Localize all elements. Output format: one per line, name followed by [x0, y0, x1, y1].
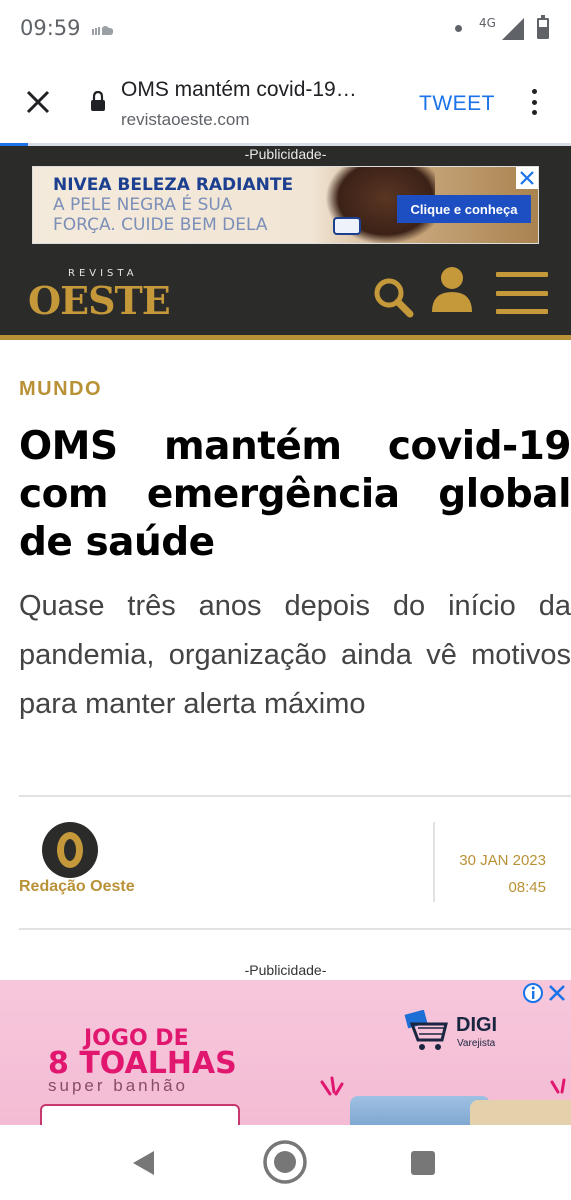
ad-brand-sub: Varejista	[457, 1038, 496, 1049]
divider	[19, 795, 571, 797]
lock-icon[interactable]	[90, 91, 106, 111]
publicidade-label: -Publicidade-	[244, 962, 327, 978]
article-headline: OMS mantém covid-19 com emergência globa…	[19, 424, 571, 565]
top-ad-text: NIVEA BELEZA RADIANTE A PELE NEGRA É SUA…	[53, 175, 293, 235]
logo-text: OESTE	[28, 278, 171, 323]
top-ad-line: FORÇA. CUIDE BEM DELA	[53, 215, 268, 235]
recents-icon[interactable]	[410, 1150, 436, 1176]
top-ad-banner[interactable]: NIVEA BELEZA RADIANTE A PELE NEGRA É SUA…	[32, 166, 539, 244]
close-icon	[520, 171, 534, 185]
hamburger-menu-button[interactable]	[496, 272, 548, 314]
cart-icon	[404, 1010, 448, 1050]
status-bar: 09:59 4G	[0, 0, 571, 58]
site-header: -Publicidade- NIVEA BELEZA RADIANTE A PE…	[0, 146, 571, 340]
search-icon[interactable]	[372, 276, 414, 318]
hamburger-icon-bar	[496, 309, 548, 314]
meta-divider	[433, 822, 435, 902]
ad-towels-image	[350, 1096, 490, 1125]
notification-dot	[455, 25, 462, 32]
ad-towels-image	[470, 1100, 571, 1125]
publish-time: 08:45	[508, 879, 546, 896]
close-icon	[26, 90, 50, 114]
system-nav-bar	[0, 1125, 571, 1200]
sparkle-icon	[550, 1078, 566, 1094]
author-name[interactable]: Redação Oeste	[19, 878, 135, 896]
battery-icon	[537, 15, 549, 39]
status-time: 09:59	[20, 16, 81, 40]
network-type: 4G	[479, 16, 496, 30]
article-subtitle: Quase três anos depois do início da pand…	[19, 590, 571, 720]
ad-title-line: super banhão	[48, 1076, 188, 1095]
tab-title[interactable]: OMS mantém covid-19…	[121, 78, 406, 102]
more-vert-icon-dot	[531, 110, 537, 115]
cloud-icon	[92, 26, 114, 35]
tab-url[interactable]: revistaoeste.com	[121, 110, 250, 130]
publish-date: 30 JAN 2023	[459, 852, 546, 869]
publicidade-label: -Publicidade-	[244, 146, 327, 162]
ad-product-card	[40, 1104, 240, 1125]
custom-tab-toolbar: OMS mantém covid-19… revistaoeste.com TW…	[0, 58, 571, 146]
article-category[interactable]: MUNDO	[19, 378, 102, 401]
top-ad-line: A PELE NEGRA É SUA	[53, 195, 233, 215]
home-icon[interactable]	[262, 1139, 308, 1185]
close-icon[interactable]	[548, 984, 566, 1002]
author-avatar-logo	[57, 832, 83, 868]
hamburger-icon	[496, 272, 548, 277]
divider	[19, 928, 571, 930]
author-avatar[interactable]	[42, 822, 98, 878]
signal-icon	[502, 18, 524, 40]
bottom-ad-banner[interactable]: JOGO DE 8 TOALHAS super banhão DIGI Vare…	[0, 980, 571, 1125]
hamburger-icon-bar	[496, 290, 548, 296]
close-tab-button[interactable]	[20, 84, 56, 120]
more-options-button[interactable]	[526, 86, 542, 118]
tweet-button[interactable]: TWEET	[419, 92, 495, 116]
ad-brand: DIGI	[456, 1014, 498, 1036]
info-icon[interactable]	[522, 982, 544, 1004]
top-ad-line: NIVEA BELEZA RADIANTE	[53, 175, 294, 195]
more-vert-icon	[531, 89, 537, 94]
ad-close-button[interactable]	[516, 167, 538, 189]
more-vert-icon-dot	[531, 99, 537, 105]
back-icon[interactable]	[130, 1149, 158, 1177]
user-icon[interactable]	[430, 266, 474, 312]
ad-cta-button[interactable]: Clique e conheça	[397, 195, 531, 223]
sparkle-icon	[320, 1076, 344, 1096]
site-logo[interactable]: REVISTA OESTE	[28, 268, 171, 323]
ad-product-image	[333, 217, 361, 235]
